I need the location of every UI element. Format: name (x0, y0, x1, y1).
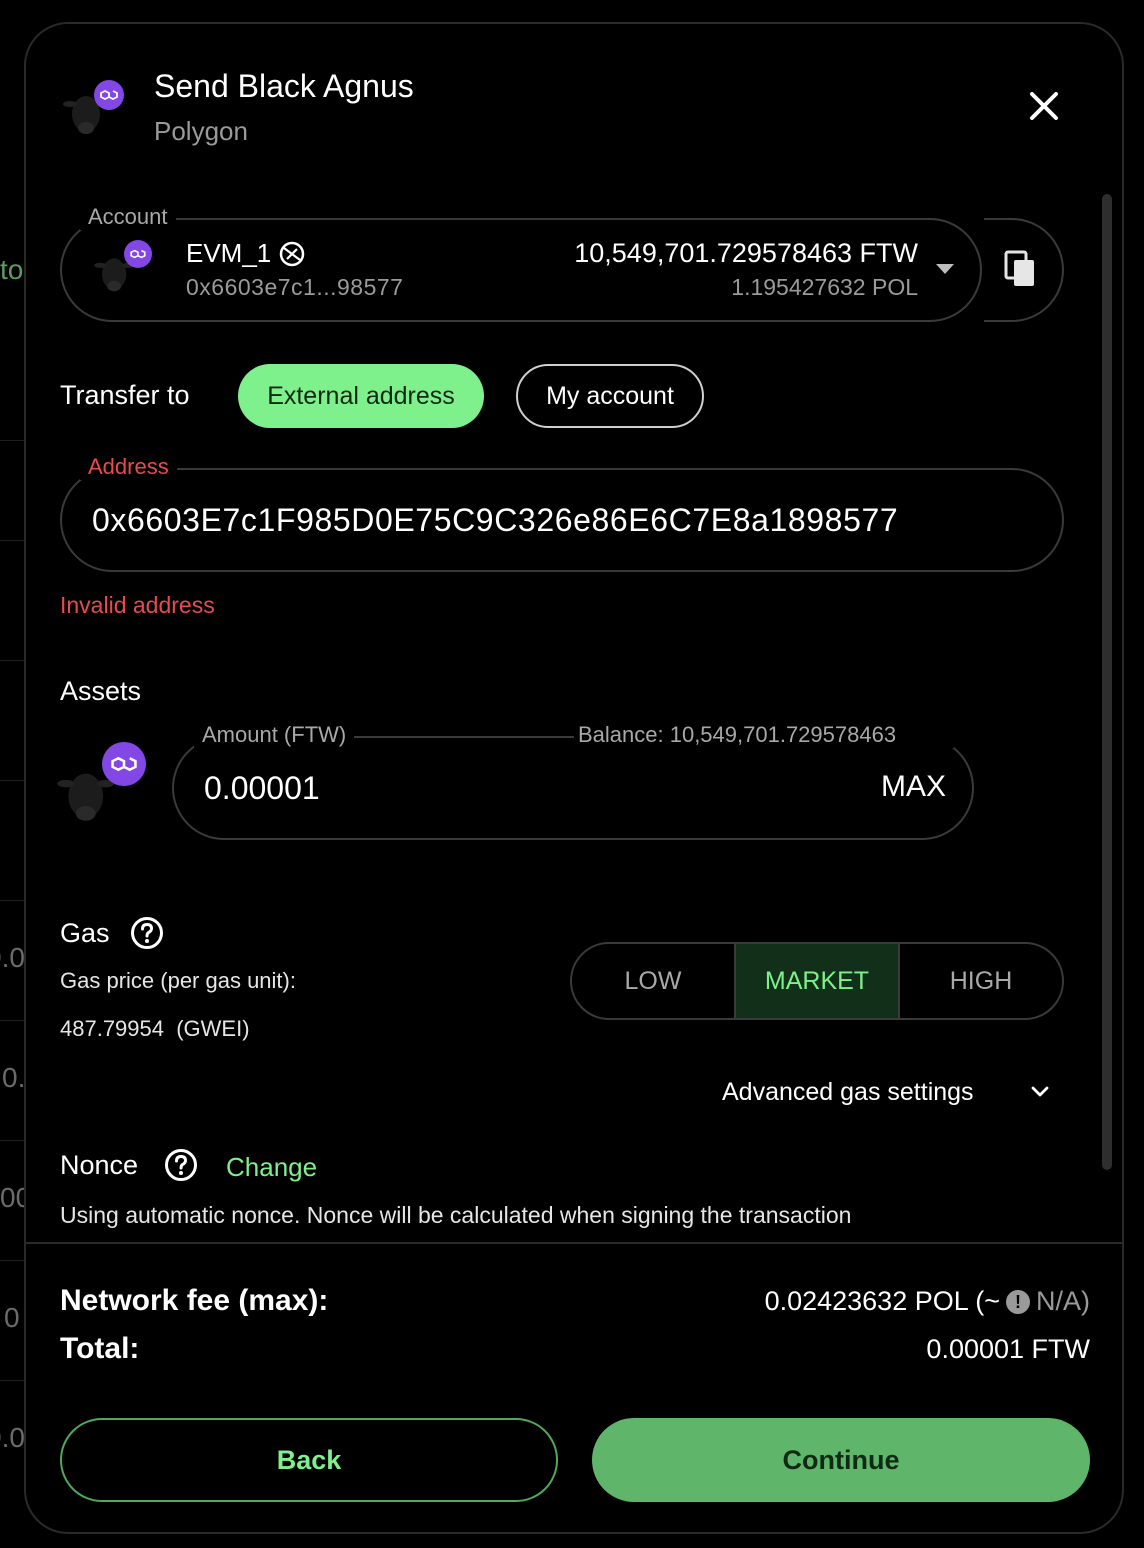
transfer-to-label: Transfer to (60, 380, 190, 410)
external-address-tab[interactable]: External address (238, 364, 484, 428)
background-divider (0, 440, 26, 441)
network-fee-value: 0.02423632 POL (~! N/A) (765, 1286, 1090, 1317)
account-native-balance: 1.195427632 POL (731, 274, 918, 300)
advanced-gas-toggle[interactable]: Advanced gas settings (722, 1078, 974, 1107)
background-fragment: 0.0 (0, 1422, 25, 1453)
polygon-icon (94, 80, 124, 110)
background-fragment: to (0, 254, 24, 285)
footer-divider (26, 1242, 1122, 1244)
globe-icon (279, 241, 304, 267)
copy-icon (1004, 250, 1034, 286)
gas-market-option[interactable]: MARKET (734, 944, 900, 1018)
account-name: EVM_1 (186, 238, 305, 269)
scrollbar[interactable] (1102, 194, 1112, 1170)
account-legend: Account (80, 204, 176, 230)
background-divider (0, 660, 26, 661)
copy-address-button[interactable] (984, 218, 1064, 322)
background-divider (0, 1380, 26, 1381)
background-fragment: 0.0 (0, 942, 25, 973)
network-fee-label: Network fee (max): (60, 1284, 329, 1317)
account-avatar (92, 238, 156, 302)
total-label: Total: (60, 1332, 140, 1365)
background-fragment: 0 (4, 1302, 20, 1333)
account-balance: 10,549,701.729578463 FTW (574, 238, 918, 268)
assets-label: Assets (60, 676, 142, 706)
gas-price-label: Gas price (per gas unit): (60, 968, 296, 993)
network-fee-fiat: N/A) (1036, 1286, 1090, 1316)
gas-high-option[interactable]: HIGH (900, 944, 1062, 1018)
amount-input[interactable]: 0.00001 (204, 770, 320, 807)
warning-icon: ! (1006, 1290, 1030, 1314)
close-button[interactable] (1024, 86, 1064, 126)
background-divider (0, 1140, 26, 1141)
balance-legend: Balance: 10,549,701.729578463 (574, 722, 954, 748)
network-fee-amount: 0.02423632 POL (~ (764, 1286, 1000, 1316)
help-icon[interactable] (130, 916, 164, 950)
background-fragment: 0. (2, 1062, 26, 1093)
background-divider (0, 900, 26, 901)
help-icon[interactable] (164, 1148, 198, 1182)
max-button[interactable]: MAX (881, 770, 946, 804)
my-account-tab[interactable]: My account (516, 364, 704, 428)
back-button[interactable]: Back (60, 1418, 558, 1502)
background-divider (0, 540, 26, 541)
account-name-label: EVM_1 (186, 238, 272, 268)
gas-low-option[interactable]: LOW (572, 944, 734, 1018)
amount-legend: Amount (FTW) (194, 722, 355, 748)
amount-field[interactable]: Amount (FTW) Balance: 10,549,701.7295784… (172, 722, 974, 840)
gas-price-value: 487.79954 (GWEI) (60, 1016, 250, 1041)
polygon-icon (124, 240, 152, 268)
background-divider (0, 1020, 26, 1021)
address-input[interactable]: 0x6603E7c1F985D0E75C9C326e86E6C7E8a18985… (92, 502, 898, 539)
modal-title: Send Black Agnus (154, 68, 414, 104)
account-selector[interactable]: Account EVM_1 0x6603e7c1...98577 10,549,… (60, 204, 982, 322)
background-divider (0, 780, 26, 781)
account-address: 0x6603e7c1...98577 (186, 274, 404, 300)
background-divider (0, 1260, 26, 1261)
nonce-description: Using automatic nonce. Nonce will be cal… (60, 1202, 852, 1228)
address-error: Invalid address (60, 592, 215, 618)
address-field[interactable]: Address 0x6603E7c1F985D0E75C9C326e86E6C7… (60, 454, 1064, 572)
gas-speed-selector: LOW MARKET HIGH (570, 942, 1064, 1020)
address-legend: Address (80, 454, 177, 480)
nonce-label: Nonce (60, 1150, 139, 1180)
chevron-down-icon (936, 264, 954, 274)
asset-avatar (56, 742, 156, 842)
total-value: 0.00001 FTW (926, 1334, 1090, 1364)
close-icon (1030, 92, 1058, 120)
continue-button[interactable]: Continue (592, 1418, 1090, 1502)
chevron-down-icon[interactable] (1030, 1082, 1050, 1102)
send-modal: Send Black Agnus Polygon Account EVM_1 0… (24, 22, 1124, 1534)
gas-label: Gas (60, 918, 110, 948)
polygon-icon (102, 742, 146, 786)
nonce-change-link[interactable]: Change (226, 1152, 317, 1183)
network-subtitle: Polygon (154, 116, 248, 146)
token-avatar (62, 78, 132, 148)
